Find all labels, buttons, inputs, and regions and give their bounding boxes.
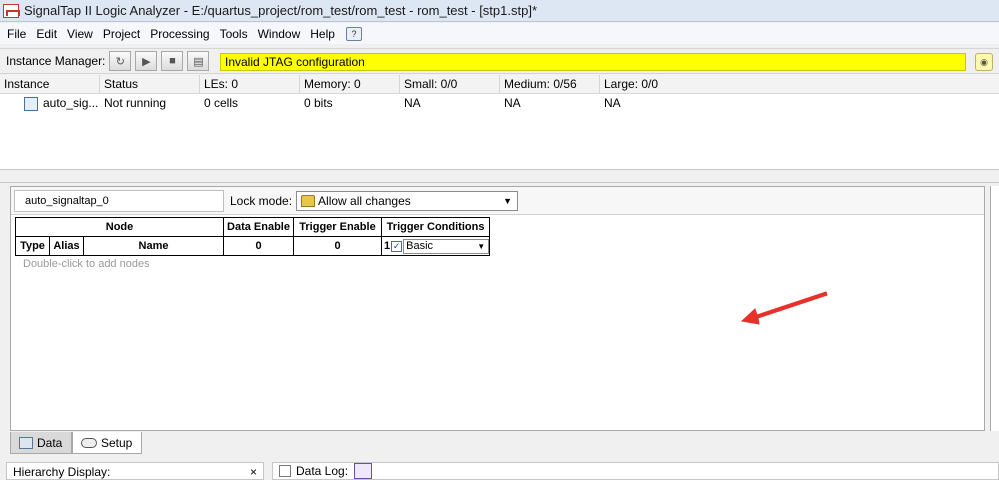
instance-manager-bar: Instance Manager: ↻ ▶ ■ ▤ Invalid JTAG c… (0, 48, 999, 74)
lock-icon (301, 194, 316, 207)
trigger-enable-count: 0 (293, 236, 382, 256)
data-enable-count: 0 (223, 236, 294, 256)
instance-table-header: Instance Status LEs: 0 Memory: 0 Small: … (0, 75, 999, 94)
col-status[interactable]: Status (100, 75, 200, 93)
chevron-down-icon: ▼ (503, 195, 513, 206)
autorun-analysis-button[interactable]: ↻ (109, 51, 132, 71)
col-small[interactable]: Small: 0/0 (400, 75, 500, 93)
jtag-status-field: Invalid JTAG configuration (220, 53, 966, 71)
setup-glasses-icon (81, 437, 97, 448)
menu-view[interactable]: View (62, 27, 98, 41)
node-table: Node Data Enable Trigger Enable Trigger … (15, 217, 491, 256)
instance-icon (24, 96, 38, 111)
header-data-enable[interactable]: Data Enable (223, 217, 294, 237)
instance-medium: NA (504, 96, 521, 110)
instance-status: Not running (104, 96, 167, 110)
col-large[interactable]: Large: 0/0 (600, 75, 999, 93)
col-instance[interactable]: Instance (0, 75, 100, 93)
menu-bar: File Edit View Project Processing Tools … (0, 23, 999, 44)
trigger-type-select[interactable]: Basic ▼ (403, 238, 490, 254)
arrow-shape (740, 291, 828, 325)
data-log-label: Data Log: (296, 464, 349, 478)
tab-setup-label: Setup (101, 435, 133, 450)
data-log-icon[interactable] (354, 463, 373, 479)
run-analysis-button[interactable]: ▶ (135, 51, 158, 71)
signaltap-app-icon (3, 3, 20, 18)
close-icon[interactable]: × (250, 463, 257, 480)
menu-tools[interactable]: Tools (215, 27, 253, 41)
data-log-checkbox[interactable] (279, 465, 291, 477)
menu-window[interactable]: Window (253, 27, 306, 41)
header-name[interactable]: Name (83, 236, 224, 256)
data-log-panel: Data Log: (272, 462, 999, 480)
header-node[interactable]: Node (15, 217, 224, 237)
instance-small: NA (404, 96, 421, 110)
panel-splitter[interactable] (0, 171, 999, 183)
menu-edit[interactable]: Edit (31, 27, 62, 41)
instance-memory: 0 bits (304, 96, 333, 110)
trigger-conditions-cell: 1 ✓ Basic ▼ (380, 236, 491, 256)
data-waveform-icon (19, 436, 33, 449)
tab-setup[interactable]: Setup (72, 432, 142, 454)
node-table-sub-header: Type Alias Name 0 0 1 ✓ Basic ▼ (15, 236, 491, 256)
node-table-group-header: Node Data Enable Trigger Enable Trigger … (15, 217, 491, 237)
trigger-type-value: Basic (406, 240, 434, 252)
stop-analysis-button[interactable]: ■ (161, 51, 184, 71)
header-type[interactable]: Type (15, 236, 50, 256)
instance-table: Instance Status LEs: 0 Memory: 0 Small: … (0, 75, 999, 170)
trigger-enable-checkbox[interactable]: ✓ (391, 240, 403, 252)
col-medium[interactable]: Medium: 0/56 (500, 75, 600, 93)
right-panel-edge (990, 186, 999, 431)
hierarchy-display-panel: Hierarchy Display: × (6, 462, 264, 480)
header-alias[interactable]: Alias (49, 236, 84, 256)
chevron-down-icon: ▼ (477, 241, 486, 251)
setup-instance-name: auto_signaltap_0 (14, 189, 224, 212)
setup-panel: auto_signaltap_0 Lock mode: Allow all ch… (10, 186, 985, 431)
add-nodes-hint: Double-click to add nodes (23, 258, 150, 270)
menu-project[interactable]: Project (98, 27, 145, 41)
instance-les: 0 cells (204, 96, 239, 110)
col-les[interactable]: LEs: 0 (200, 75, 300, 93)
view-tabs: Data Setup (10, 432, 142, 454)
lock-mode-label: Lock mode: (230, 193, 293, 208)
menu-help[interactable]: Help (305, 27, 340, 41)
instance-manager-label: Instance Manager: (6, 54, 106, 68)
hierarchy-display-label: Hierarchy Display: (13, 465, 111, 479)
tab-data[interactable]: Data (10, 432, 72, 454)
instance-name-cell[interactable]: auto_sig... (0, 94, 100, 113)
scroll-icon[interactable]: ◉ (975, 53, 993, 71)
col-memory[interactable]: Memory: 0 (300, 75, 400, 93)
setup-toolbar: auto_signaltap_0 Lock mode: Allow all ch… (11, 187, 984, 215)
title-bar: SignalTap II Logic Analyzer - E:/quartus… (0, 0, 999, 22)
lock-mode-value: Allow all changes (318, 193, 411, 208)
trigger-index: 1 (384, 240, 391, 252)
menu-processing[interactable]: Processing (145, 27, 214, 41)
instance-large: NA (604, 96, 621, 110)
lock-mode-select[interactable]: Allow all changes ▼ (296, 190, 519, 211)
instance-name: auto_sig... (43, 96, 99, 110)
window-title: SignalTap II Logic Analyzer - E:/quartus… (24, 3, 538, 18)
menu-file[interactable]: File (2, 27, 31, 41)
whats-this-help-icon[interactable]: ? (345, 26, 362, 41)
read-data-button[interactable]: ▤ (187, 51, 210, 71)
table-row[interactable]: auto_sig... Not running 0 cells 0 bits N… (0, 94, 999, 113)
header-trigger-conditions[interactable]: Trigger Conditions (380, 217, 491, 237)
tab-data-label: Data (37, 435, 63, 450)
header-trigger-enable[interactable]: Trigger Enable (293, 217, 382, 237)
